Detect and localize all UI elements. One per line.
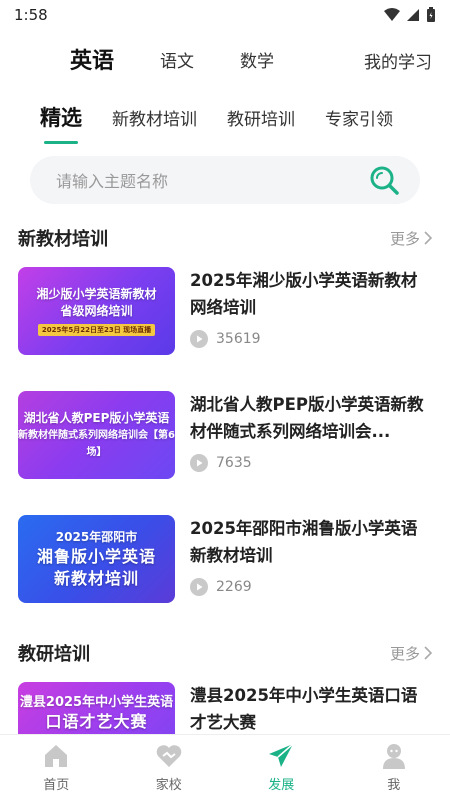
more-link[interactable]: 更多 [390, 643, 432, 664]
active-tab-indicator [44, 141, 78, 144]
thumbnail-text: 湘少版小学英语新教材 [36, 287, 157, 301]
section-header-new-textbook: 新教材培训 更多 [0, 218, 450, 258]
nav-develop[interactable]: 发展 [225, 735, 338, 800]
more-link[interactable]: 更多 [390, 228, 432, 249]
user-icon [382, 744, 405, 769]
tab-featured[interactable]: 精选 [40, 102, 82, 144]
thumbnail-text: 新教材培训 [53, 568, 139, 588]
chevron-right-icon [424, 646, 432, 660]
thumbnail-text: 澧县2025年中小学生英语 [19, 695, 174, 710]
course-thumbnail: 湖北省人教PEP版小学英语 新教材伴随式系列网络培训会【第6场】 [18, 391, 175, 479]
status-icons [384, 7, 436, 23]
nav-me[interactable]: 我 [338, 735, 450, 800]
more-label: 更多 [389, 229, 420, 248]
home-icon [45, 745, 68, 767]
nav-family[interactable]: 家校 [113, 735, 226, 800]
nav-home-label: 首页 [43, 778, 70, 793]
play-icon [190, 330, 208, 348]
list-item[interactable]: 湖北省人教PEP版小学英语 新教材伴随式系列网络培训会【第6场】 湖北省人教PE… [0, 391, 450, 515]
course-thumbnail: 湘少版小学英语新教材 省级网络培训 2025年5月22日至23日 现场直播 [18, 267, 175, 355]
search-icon[interactable] [368, 164, 400, 196]
view-count-value: 2269 [216, 579, 252, 595]
nav-develop-label: 发展 [268, 778, 295, 793]
more-label: 更多 [389, 644, 420, 663]
thumbnail-text: 省级网络培训 [60, 304, 133, 318]
section-header-research: 教研培训 更多 [0, 633, 450, 673]
search-input[interactable]: 请输入主题名称 [30, 156, 420, 204]
wifi-icon [384, 8, 400, 21]
view-count: 35619 [190, 330, 432, 348]
thumbnail-badge: 2025年5月22日至23日 现场直播 [37, 324, 156, 336]
thumbnail-text: 新教材伴随式系列网络培训会【第6场】 [18, 429, 175, 458]
category-tabs: 精选 新教材培训 教研培训 专家引领 [0, 88, 450, 146]
tab-featured-label: 精选 [40, 106, 82, 130]
tab-new-textbook[interactable]: 新教材培训 [112, 105, 197, 130]
subject-tab-chinese[interactable]: 语文 [160, 47, 194, 72]
item-title: 湖北省人教PEP版小学英语新教材伴随式系列网络培训会... [190, 395, 424, 441]
subject-tabs: 英语 语文 数学 我的学习 [0, 30, 450, 88]
nav-family-label: 家校 [155, 778, 182, 793]
thumbnail-text: 湘鲁版小学英语 [36, 546, 156, 566]
my-study-link[interactable]: 我的学习 [364, 48, 432, 73]
subject-tab-english[interactable]: 英语 [70, 43, 114, 75]
play-icon [190, 454, 208, 472]
bottom-nav: 首页 家校 发展 我 [0, 734, 450, 800]
paper-plane-icon [269, 743, 294, 767]
tab-expert[interactable]: 专家引领 [325, 105, 393, 130]
course-thumbnail: 2025年邵阳市 湘鲁版小学英语 新教材培训 [18, 515, 175, 603]
thumbnail-text: 2025年邵阳市 [55, 529, 138, 544]
battery-icon [427, 7, 435, 22]
nav-me-label: 我 [387, 778, 401, 793]
tab-research[interactable]: 教研培训 [227, 105, 295, 130]
play-icon [190, 578, 208, 596]
status-bar: 1:58 [0, 0, 450, 30]
section-title: 新教材培训 [18, 229, 108, 250]
section-title: 教研培训 [18, 644, 90, 665]
signal-icon [407, 9, 419, 21]
nav-home[interactable]: 首页 [0, 735, 113, 800]
chevron-right-icon [424, 231, 432, 245]
item-title: 澧县2025年中小学生英语口语才艺大赛 [190, 686, 418, 732]
view-count: 2269 [190, 578, 432, 596]
item-title: 2025年湘少版小学英语新教材网络培训 [190, 271, 418, 317]
list-item[interactable]: 2025年邵阳市 湘鲁版小学英语 新教材培训 2025年邵阳市湘鲁版小学英语新教… [0, 515, 450, 639]
thumbnail-text: 湖北省人教PEP版小学英语 [23, 410, 170, 425]
list-item[interactable]: 湘少版小学英语新教材 省级网络培训 2025年5月22日至23日 现场直播 20… [0, 267, 450, 391]
subject-tab-math[interactable]: 数学 [240, 47, 274, 72]
view-count-value: 7635 [216, 455, 252, 471]
item-title: 2025年邵阳市湘鲁版小学英语新教材培训 [190, 519, 418, 565]
search-placeholder: 请输入主题名称 [56, 172, 169, 191]
view-count: 7635 [190, 454, 432, 472]
handshake-heart-icon [156, 745, 182, 767]
view-count-value: 35619 [216, 331, 261, 347]
thumbnail-text: 口语才艺大赛 [45, 712, 148, 731]
status-time: 1:58 [14, 6, 48, 24]
